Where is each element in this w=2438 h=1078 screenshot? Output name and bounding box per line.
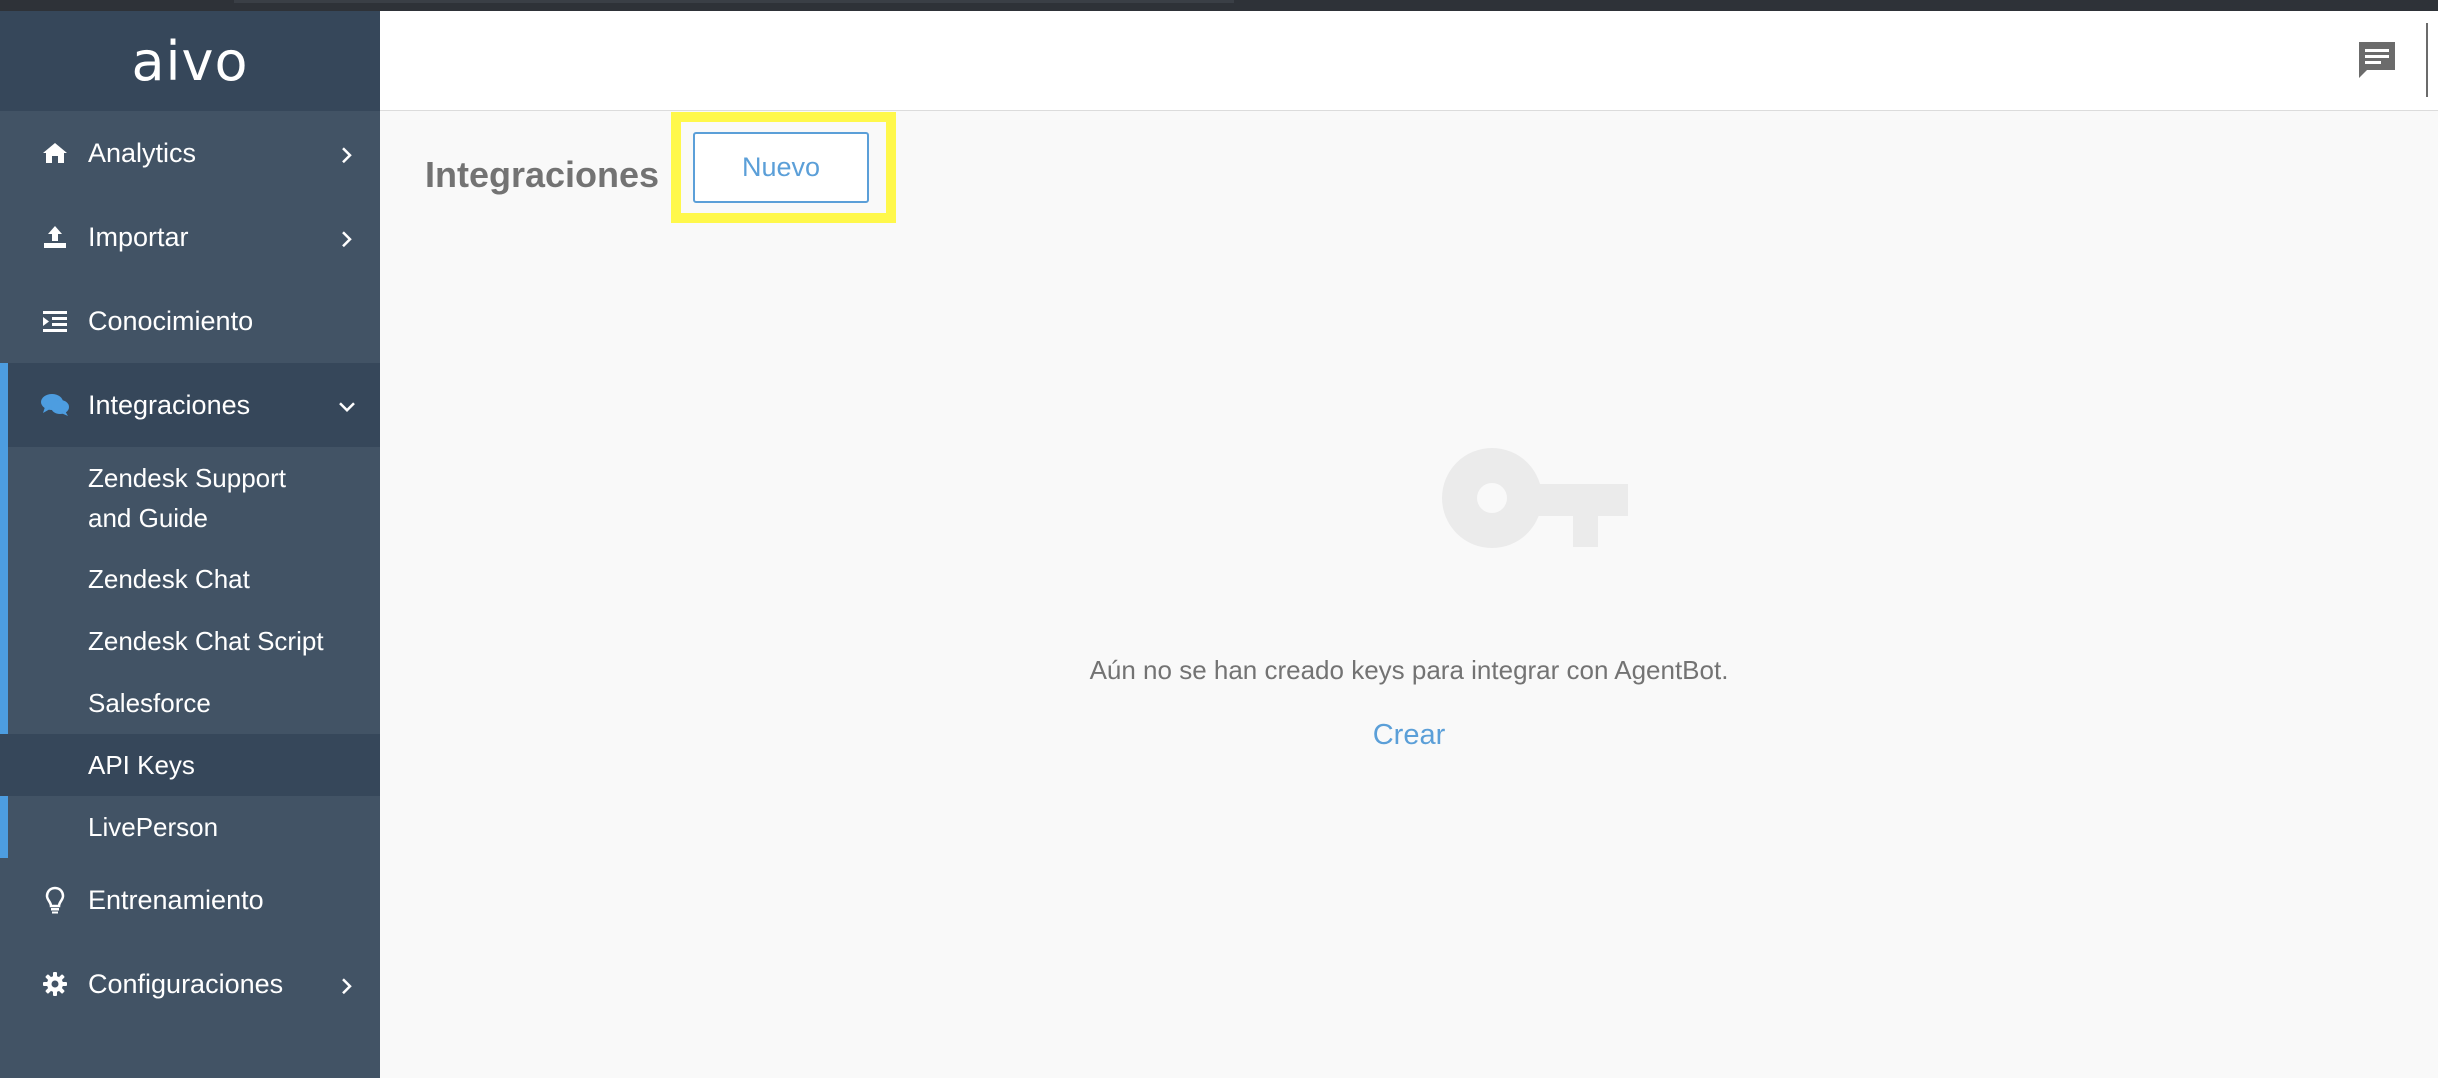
page-title: Integraciones: [425, 154, 660, 195]
sidebar-item-configuraciones[interactable]: Configuraciones: [0, 942, 380, 1026]
sidebar-item-label: Importar: [88, 221, 189, 252]
sidebar-item-entrenamiento[interactable]: Entrenamiento: [0, 858, 380, 942]
chevron-right-icon: [336, 228, 358, 250]
submenu-item-zendesk-support[interactable]: Zendesk Support and Guide: [0, 447, 380, 548]
sidebar-item-analytics[interactable]: Analytics: [0, 111, 380, 195]
submenu-item-label: API Keys: [88, 750, 195, 780]
crear-link-label[interactable]: Crear: [1373, 719, 1446, 751]
upload-icon: [40, 222, 70, 252]
sidebar-item-label: Integraciones: [88, 389, 251, 420]
submenu-item-label: and Guide: [88, 502, 208, 533]
submenu-item-label: Zendesk Support: [88, 462, 287, 493]
chevron-right-icon: [336, 975, 358, 997]
list-indent-icon: [40, 306, 70, 336]
chat-button[interactable]: [2354, 39, 2400, 85]
sidebar-item-label: Configuraciones: [88, 968, 284, 999]
sidebar-item-label: Analytics: [88, 137, 197, 168]
submenu-item-api-keys[interactable]: API Keys: [0, 734, 380, 796]
sidebar-item-label: Conocimiento: [88, 305, 254, 336]
submenu-item-label: Salesforce: [88, 688, 211, 718]
sidebar: aivo Analytics Importar Conocimiento Int…: [0, 11, 380, 1078]
home-icon: [40, 138, 70, 168]
submenu-item-label: Zendesk Chat: [88, 564, 250, 594]
integraciones-submenu: Zendesk Support and Guide Zendesk Chat Z…: [0, 447, 380, 858]
chat-icon: [2355, 38, 2399, 87]
gear-icon: [40, 969, 70, 999]
sidebar-item-label: Entrenamiento: [88, 884, 264, 915]
lightbulb-icon: [40, 885, 70, 915]
sidebar-item-conocimiento[interactable]: Conocimiento: [0, 279, 380, 363]
submenu-item-label: LivePerson: [88, 812, 219, 842]
logo-area: aivo: [0, 11, 380, 111]
sidebar-item-integraciones[interactable]: Integraciones: [0, 363, 380, 447]
submenu-item-liveperson[interactable]: LivePerson: [0, 796, 380, 858]
comments-icon: [40, 390, 70, 420]
empty-state-message: Aún no se han creado keys para integrar …: [1089, 655, 1729, 685]
crear-link[interactable]: Crear: [380, 719, 2438, 752]
header-divider: [2426, 23, 2428, 97]
chevron-down-icon: [336, 396, 358, 418]
top-header: [380, 11, 2438, 111]
top-strip: [0, 0, 2438, 11]
chevron-right-icon: [336, 144, 358, 166]
submenu-item-salesforce[interactable]: Salesforce: [0, 672, 380, 734]
sidebar-item-importar[interactable]: Importar: [0, 195, 380, 279]
submenu-item-zendesk-chat[interactable]: Zendesk Chat: [0, 548, 380, 610]
aivo-logo[interactable]: aivo: [131, 30, 248, 93]
submenu-item-label: Zendesk Chat Script: [88, 626, 324, 656]
nuevo-button[interactable]: Nuevo: [693, 132, 869, 203]
main-content: Integraciones Nuevo Aún no se han creado…: [380, 112, 2438, 1078]
key-icon: [1440, 446, 1630, 561]
submenu-item-zendesk-chat-script[interactable]: Zendesk Chat Script: [0, 610, 380, 672]
